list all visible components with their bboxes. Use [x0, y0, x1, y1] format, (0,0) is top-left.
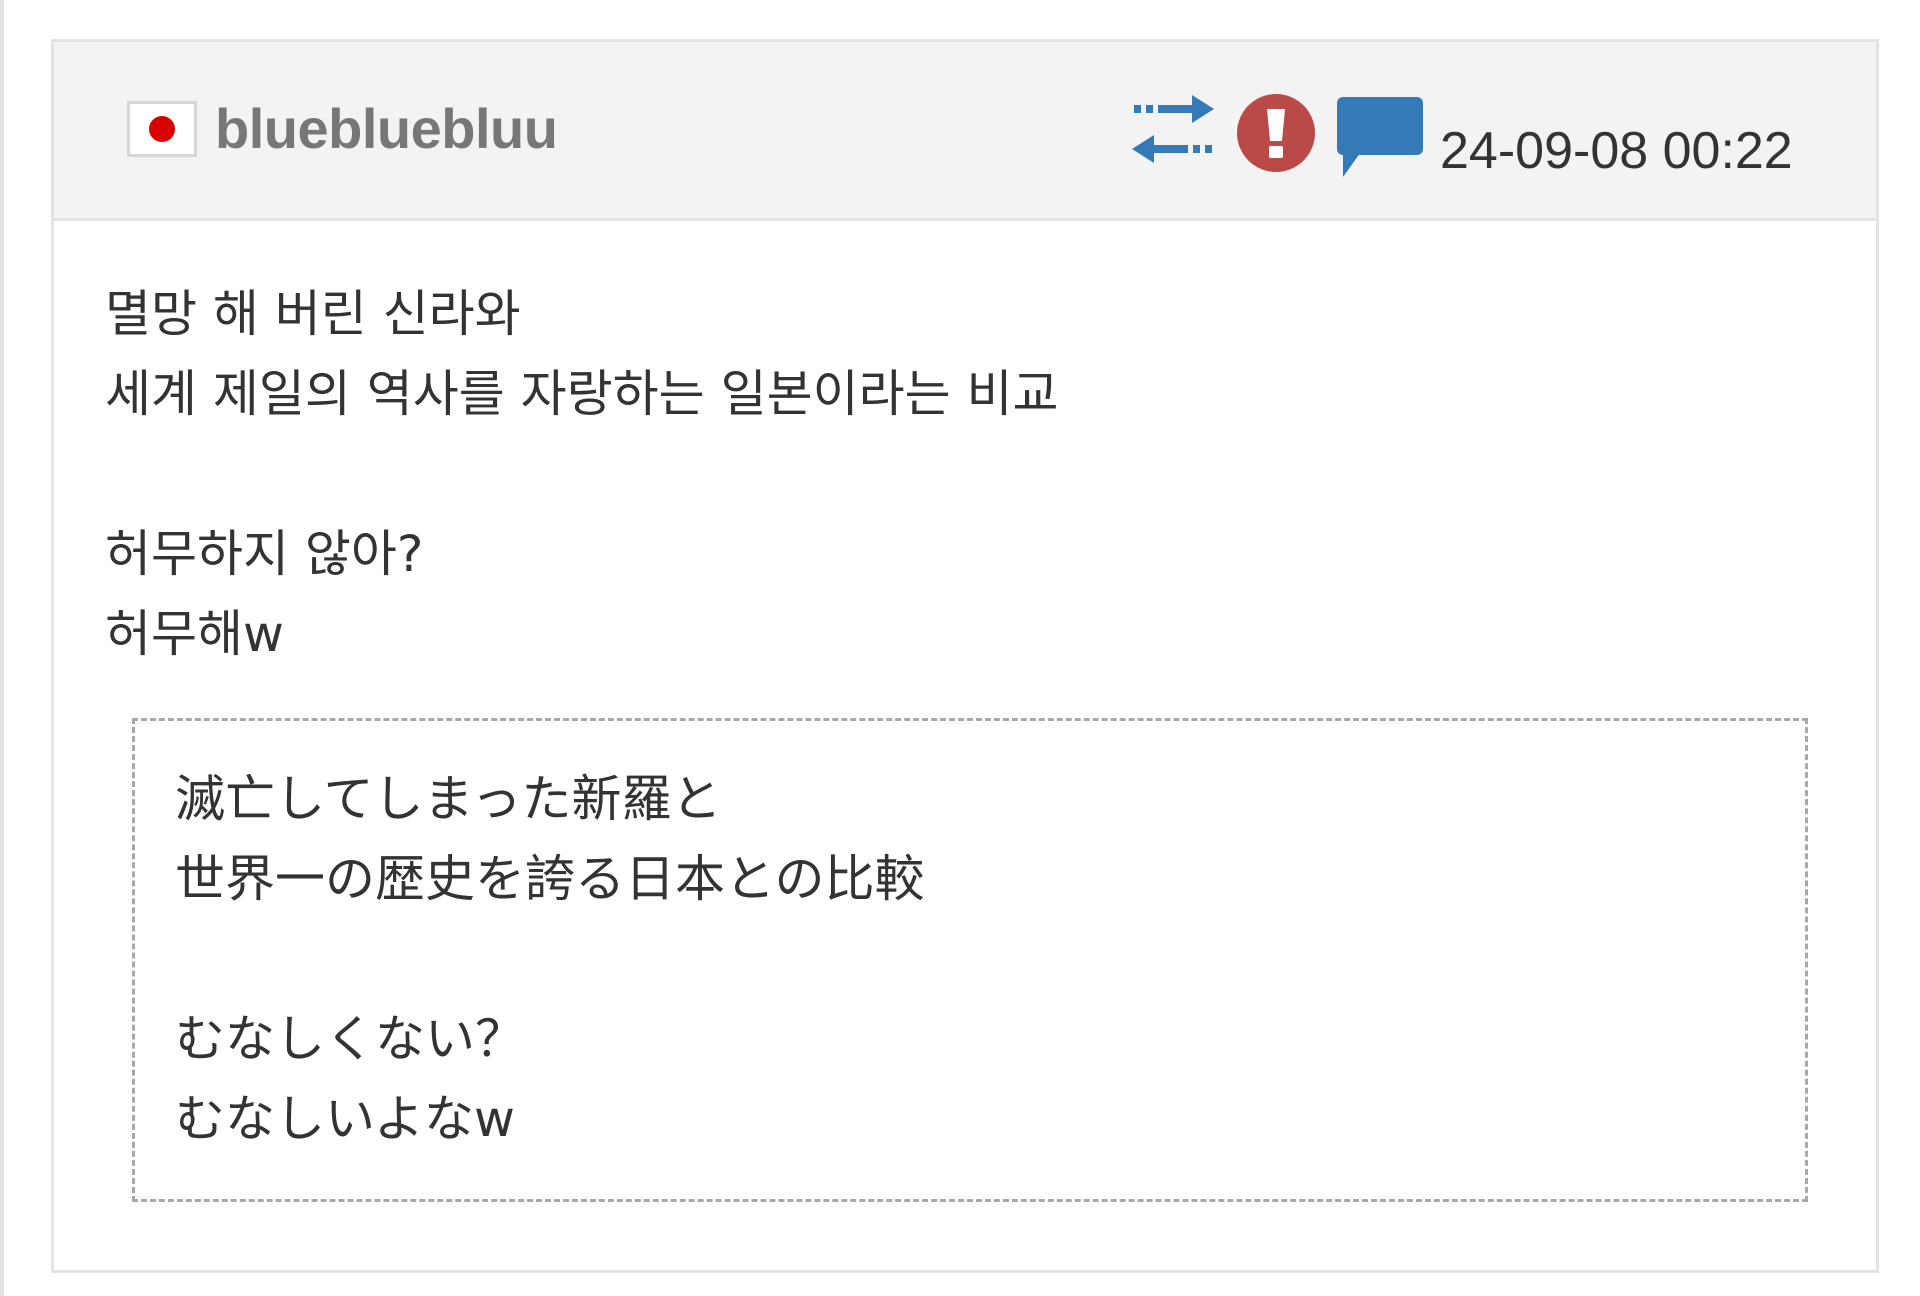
original-text-line: 世界一の歴史を誇る日本との比較	[175, 850, 925, 908]
exclamation-icon[interactable]	[1236, 93, 1316, 173]
original-text-box: 滅亡してしまった新羅と 世界一の歴史を誇る日本との比較 むなしくない？ むなしい…	[132, 718, 1808, 1202]
post-card: bluebluebluu 24-09-08 00:22 멸망 해 버린 신라와 …	[51, 39, 1879, 1273]
original-text-line: むなしいよなw	[175, 1090, 515, 1148]
post-body-line: 허무하지 않아?	[105, 525, 424, 583]
post-body-line: 멸망 해 버린 신라와	[105, 285, 521, 343]
japan-flag-icon	[127, 101, 197, 157]
post-body-line: 허무해w	[105, 605, 284, 663]
original-text-line: むなしくない？	[175, 1010, 525, 1068]
flag-red-circle	[149, 116, 175, 142]
author-username[interactable]: bluebluebluu	[215, 97, 558, 161]
original-text-line: 滅亡してしまった新羅と	[175, 770, 722, 828]
left-border	[0, 0, 4, 1296]
post-body-line: 세계 제일의 역사를 자랑하는 일본이라는 비교	[105, 365, 1059, 423]
speech-bubble-icon[interactable]	[1337, 97, 1425, 177]
swap-arrows-icon[interactable]	[1130, 95, 1216, 165]
post-body-line	[105, 434, 1805, 514]
original-text: 滅亡してしまった新羅と 世界一の歴史を誇る日本との比較 むなしくない？ むなしい…	[175, 759, 925, 1159]
post-timestamp: 24-09-08 00:22	[1440, 122, 1793, 180]
post-body: 멸망 해 버린 신라와 세계 제일의 역사를 자랑하는 일본이라는 비교 허무하…	[105, 274, 1805, 674]
original-text-line	[175, 919, 925, 999]
post-header: bluebluebluu 24-09-08 00:22	[54, 42, 1876, 221]
